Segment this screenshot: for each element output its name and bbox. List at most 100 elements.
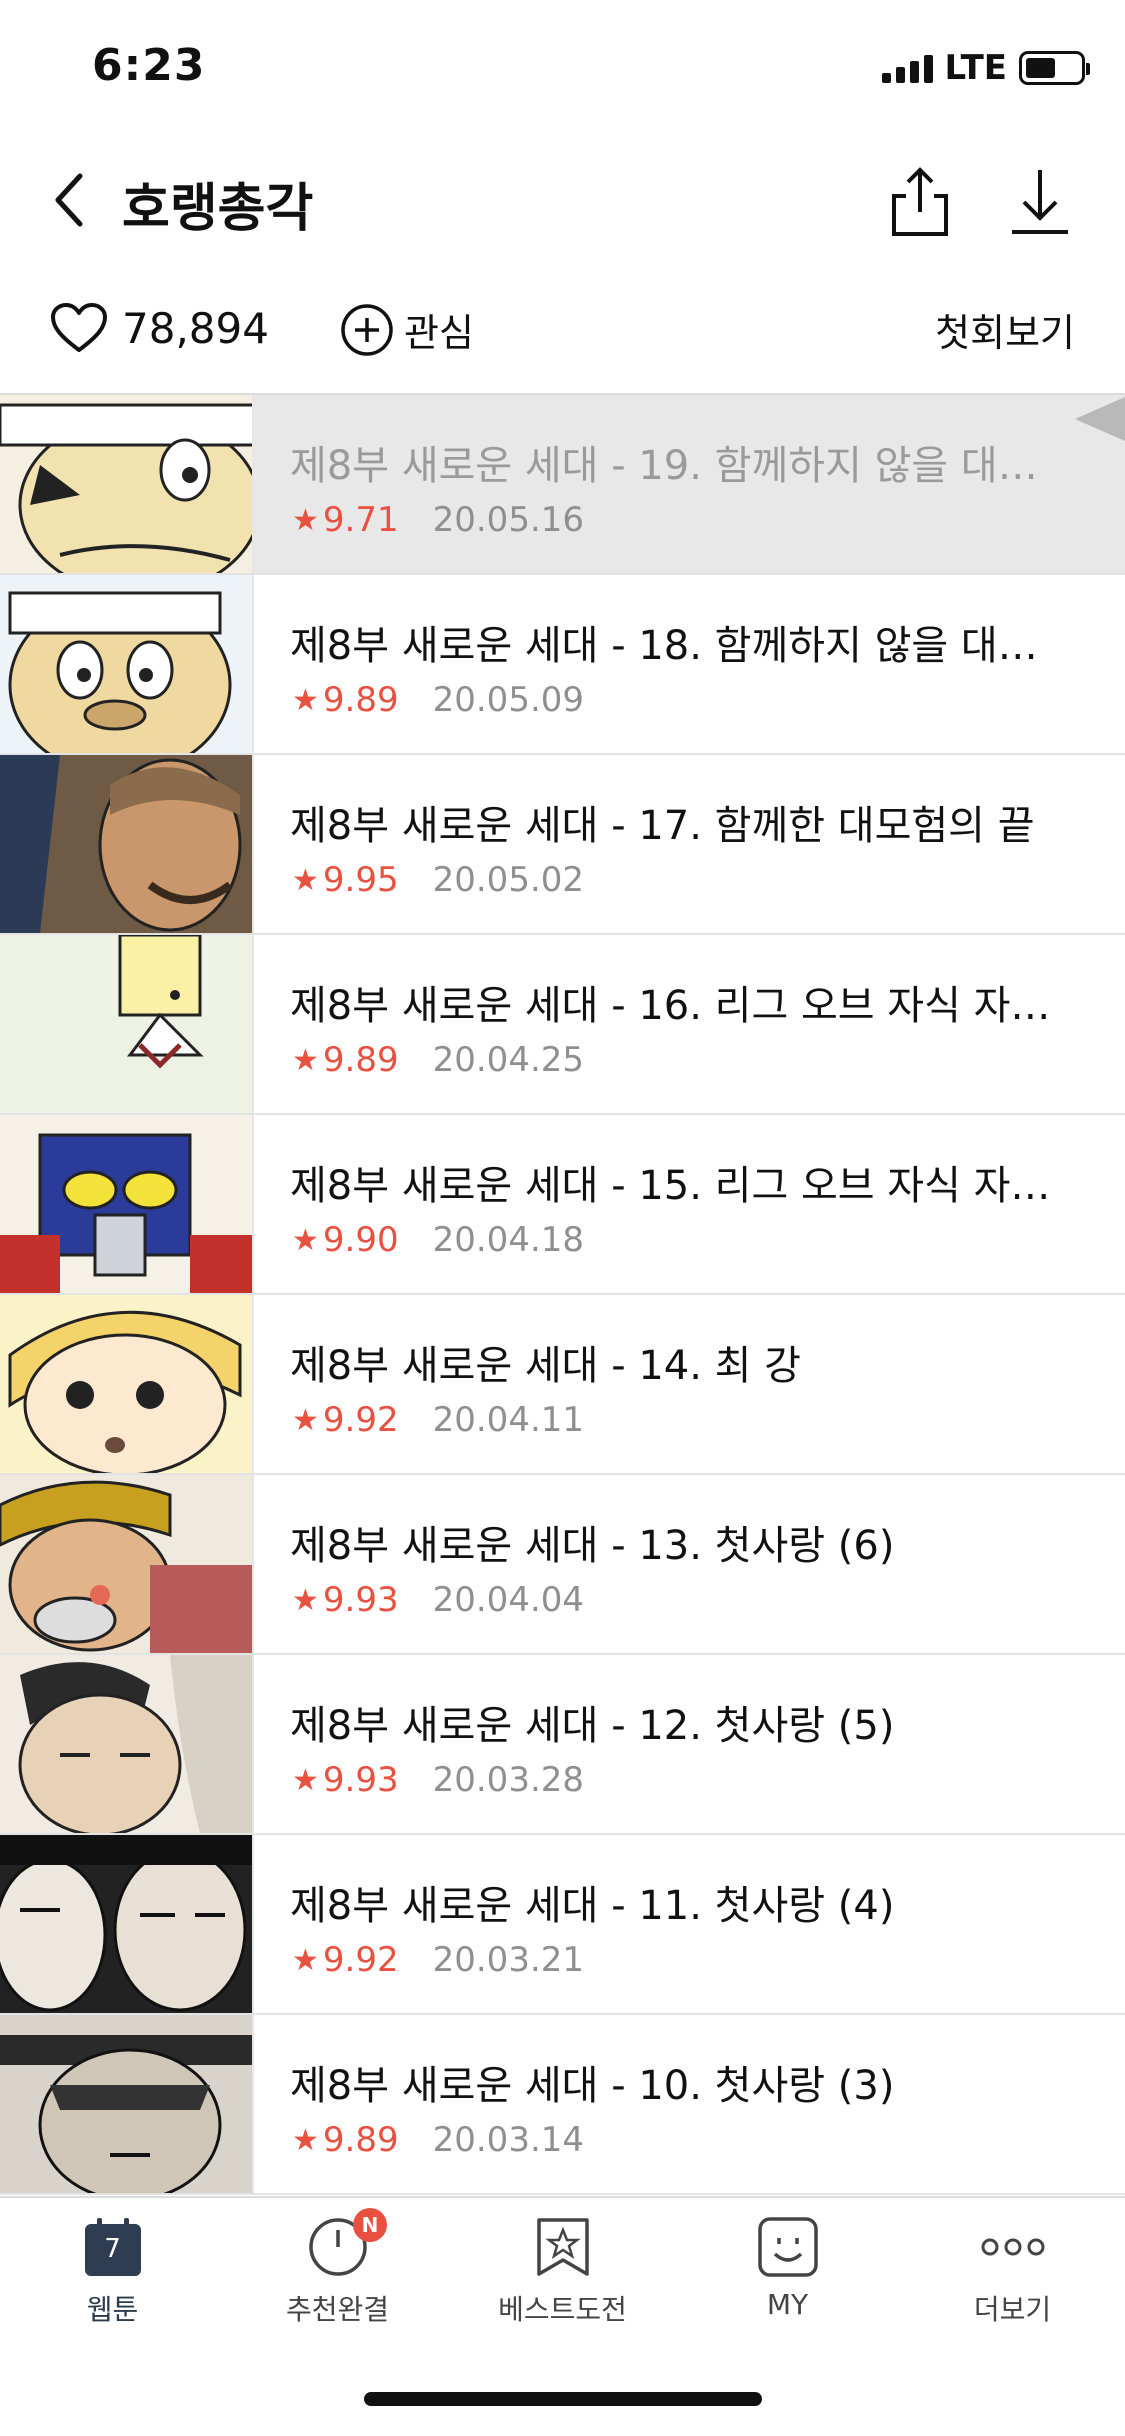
episode-date: 20.03.14	[432, 2120, 585, 2160]
episode-meta: ★ 9.89 20.05.09	[292, 680, 584, 720]
episode-thumbnail	[0, 1475, 254, 1653]
episode-row[interactable]: 제8부 새로운 세대 - 18. 함께하지 않을 대모… ★ 9.89 20.0…	[0, 575, 1125, 755]
episode-row[interactable]: 제8부 새로운 세대 - 19. 함께하지 않을 대모… ★ 9.71 20.0…	[0, 395, 1125, 575]
star-icon: ★	[292, 682, 319, 718]
star-icon: ★	[292, 1942, 319, 1978]
episode-rating: 9.92	[322, 1940, 399, 1980]
home-indicator[interactable]	[364, 2392, 762, 2406]
tab-my[interactable]: MY	[675, 2198, 900, 2346]
episode-row[interactable]: 제8부 새로운 세대 - 13. 첫사랑 (6) ★ 9.93 20.04.04	[0, 1475, 1125, 1655]
episode-row[interactable]: 제8부 새로운 세대 - 16. 리그 오브 자식 자… ★ 9.89 20.0…	[0, 935, 1125, 1115]
status-time: 6:23	[92, 40, 206, 91]
back-button[interactable]	[30, 160, 110, 240]
episode-date: 20.05.09	[432, 680, 585, 720]
tab-best-challenge[interactable]: 베스트도전	[450, 2198, 675, 2346]
episode-meta: ★ 9.93 20.04.04	[292, 1580, 584, 1620]
tab-label: 베스트도전	[498, 2293, 627, 2326]
signal-icon	[881, 53, 933, 83]
new-badge: N	[353, 2208, 387, 2242]
episode-meta: ★ 9.89 20.04.25	[292, 1040, 584, 1080]
episode-thumbnail	[0, 935, 254, 1113]
star-icon: ★	[292, 1402, 319, 1438]
episode-rating: 9.93	[322, 1760, 399, 1800]
episode-rating: 9.90	[322, 1220, 399, 1260]
episode-meta: ★ 9.89 20.03.14	[292, 2120, 584, 2160]
page-title: 호랭총각	[122, 179, 314, 239]
episode-row[interactable]: 제8부 새로운 세대 - 11. 첫사랑 (4) ★ 9.92 20.03.21	[0, 1835, 1125, 2015]
status-bar: 6:23 LTE	[0, 0, 1125, 130]
episode-title: 제8부 새로운 세대 - 13. 첫사랑 (6)	[290, 1523, 895, 1569]
download-button[interactable]	[1000, 162, 1080, 242]
episode-title: 제8부 새로운 세대 - 15. 리그 오브 자식 자…	[290, 1163, 1051, 1209]
tab-more[interactable]: 더보기	[900, 2198, 1125, 2346]
network-label: LTE	[944, 48, 1007, 88]
like-count: 78,894	[122, 303, 269, 353]
star-icon: ★	[292, 1222, 319, 1258]
action-row: 78,894 관심 첫회보기	[0, 280, 1125, 395]
episode-meta: ★ 9.90 20.04.18	[292, 1220, 584, 1260]
like-button[interactable]: 78,894	[50, 302, 269, 354]
episode-date: 20.04.11	[432, 1400, 585, 1440]
plus-circle-icon	[341, 303, 393, 356]
episode-title: 제8부 새로운 세대 - 17. 함께한 대모험의 끝	[290, 803, 1035, 849]
episode-rating: 9.89	[322, 1040, 399, 1080]
episode-title: 제8부 새로운 세대 - 10. 첫사랑 (3)	[290, 2063, 895, 2109]
episode-thumbnail	[0, 1655, 254, 1833]
episode-date: 20.03.21	[432, 1940, 585, 1980]
episode-date: 20.04.25	[432, 1040, 585, 1080]
more-dots-icon	[981, 2238, 1044, 2256]
episode-thumbnail	[0, 1835, 254, 2013]
episode-rating: 9.92	[322, 1400, 399, 1440]
star-icon: ★	[292, 502, 319, 538]
episode-meta: ★ 9.92 20.03.21	[292, 1940, 584, 1980]
star-icon: ★	[292, 1582, 319, 1618]
episode-date: 20.05.02	[432, 860, 585, 900]
episode-rating: 9.95	[322, 860, 399, 900]
download-icon	[1012, 170, 1068, 234]
first-episode-button[interactable]: 첫회보기	[935, 302, 1075, 357]
episode-rating: 9.89	[322, 680, 399, 720]
star-icon: ★	[292, 1762, 319, 1798]
episode-row[interactable]: 제8부 새로운 세대 - 15. 리그 오브 자식 자… ★ 9.90 20.0…	[0, 1115, 1125, 1295]
episode-title: 제8부 새로운 세대 - 16. 리그 오브 자식 자…	[290, 983, 1051, 1029]
episode-rating: 9.71	[322, 500, 399, 540]
episode-meta: ★ 9.93 20.03.28	[292, 1760, 584, 1800]
calendar-day: 7	[104, 2234, 121, 2264]
favorite-label: 관심	[404, 311, 474, 355]
episode-row[interactable]: 제8부 새로운 세대 - 12. 첫사랑 (5) ★ 9.93 20.03.28	[0, 1655, 1125, 1835]
tab-label: 더보기	[973, 2293, 1052, 2326]
episode-rating: 9.93	[322, 1580, 399, 1620]
smile-icon	[757, 2217, 818, 2277]
episode-date: 20.03.28	[432, 1760, 585, 1800]
episode-date: 20.05.16	[432, 500, 585, 540]
episode-date: 20.04.04	[432, 1580, 585, 1620]
favorite-button[interactable]: 관심	[340, 302, 474, 357]
episode-title: 제8부 새로운 세대 - 12. 첫사랑 (5)	[290, 1703, 895, 1749]
heart-icon	[51, 303, 107, 352]
read-marker-icon	[1075, 397, 1125, 441]
battery-icon	[1019, 51, 1090, 85]
episode-title: 제8부 새로운 세대 - 11. 첫사랑 (4)	[290, 1883, 895, 1929]
chevron-left-icon	[55, 173, 83, 227]
tab-webtoon[interactable]: 7 웹툰	[0, 2198, 225, 2346]
episode-row[interactable]: 제8부 새로운 세대 - 17. 함께한 대모험의 끝 ★ 9.95 20.05…	[0, 755, 1125, 935]
episode-rating: 9.89	[322, 2120, 399, 2160]
tab-label: 웹툰	[86, 2293, 139, 2326]
episode-thumbnail	[0, 755, 254, 933]
episode-meta: ★ 9.71 20.05.16	[292, 500, 584, 540]
episode-thumbnail	[0, 395, 254, 573]
episode-title: 제8부 새로운 세대 - 14. 최 강	[290, 1343, 801, 1389]
episode-thumbnail	[0, 2015, 254, 2193]
episode-row[interactable]: 제8부 새로운 세대 - 14. 최 강 ★ 9.92 20.04.11	[0, 1295, 1125, 1475]
share-button[interactable]	[880, 162, 960, 242]
episode-thumbnail	[0, 1295, 254, 1473]
star-icon: ★	[292, 1042, 319, 1078]
nav-bar: 호랭총각	[0, 130, 1125, 270]
status-indicators: LTE	[881, 48, 1090, 88]
episode-row[interactable]: 제8부 새로운 세대 - 10. 첫사랑 (3) ★ 9.89 20.03.14	[0, 2015, 1125, 2195]
episode-date: 20.04.18	[432, 1220, 585, 1260]
episode-list: 제8부 새로운 세대 - 19. 함께하지 않을 대모… ★ 9.71 20.0…	[0, 395, 1125, 2195]
tab-recommended-completed[interactable]: N 추천완결	[225, 2198, 450, 2346]
episode-thumbnail	[0, 1115, 254, 1293]
star-icon: ★	[292, 2122, 319, 2158]
